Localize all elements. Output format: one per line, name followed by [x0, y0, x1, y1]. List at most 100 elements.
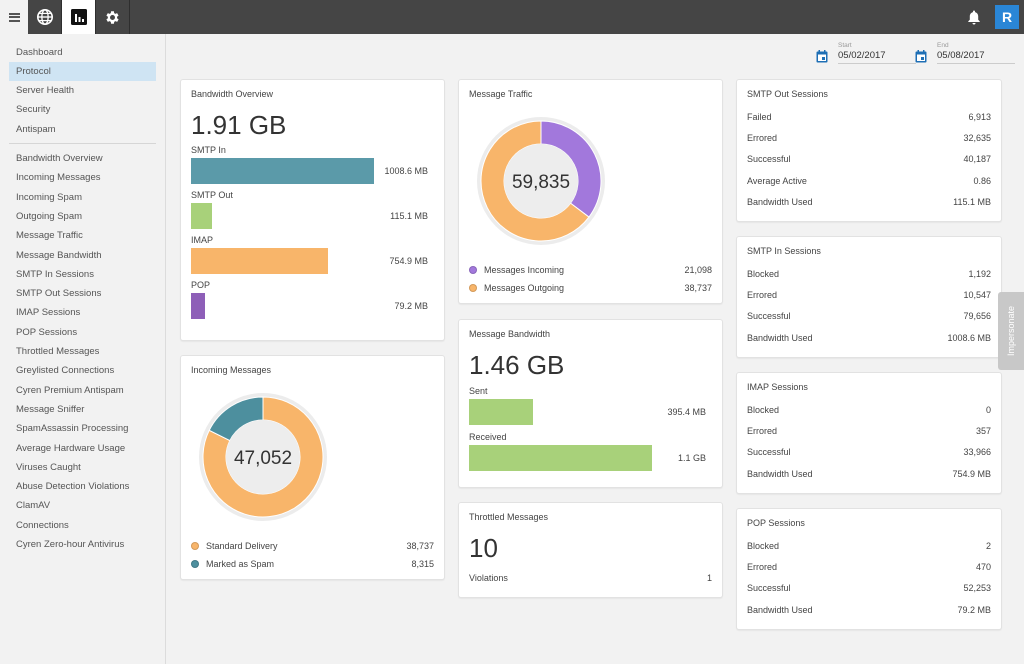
gear-icon [106, 10, 119, 24]
legend-item: Messages Incoming 21,098 [469, 265, 712, 275]
calendar-icon [816, 50, 828, 63]
legend-item: Messages Outgoing 38,737 [469, 283, 712, 293]
start-date-label: Start [838, 42, 852, 49]
sidebar-item-cyren-zero-hour-antivirus[interactable]: Cyren Zero-hour Antivirus [9, 535, 156, 554]
bar-label: Sent [469, 386, 488, 396]
sidebar-item-smtp-out-sessions[interactable]: SMTP Out Sessions [9, 284, 156, 303]
stat-row: Errored 357 [747, 426, 991, 440]
stat-row: Blocked 2 [747, 541, 991, 555]
sidebar-item-connections[interactable]: Connections [9, 516, 156, 535]
throttled-messages-card: Throttled Messages 10 Violations 1 [458, 502, 723, 598]
end-date-value[interactable]: 05/08/2017 [937, 50, 1015, 64]
bar-value: 395.4 MB [667, 407, 706, 417]
sidebar-item-message-sniffer[interactable]: Message Sniffer [9, 400, 156, 419]
bar-value: 115.1 MB [390, 211, 428, 221]
stat-label: Bandwidth Used [747, 332, 813, 343]
bar-value: 754.9 MB [389, 256, 428, 266]
sidebar-item-protocol[interactable]: Protocol [9, 62, 156, 81]
card-title: Message Traffic [469, 89, 533, 99]
stat-value: 10,547 [963, 290, 991, 301]
pop-sessions-card: POP Sessions Blocked 2 Errored 470 Successfu… [736, 508, 1002, 630]
stat-row: Failed 6,913 [747, 112, 991, 126]
nav-tab-reports[interactable] [62, 0, 96, 34]
sidebar-item-server-health[interactable]: Server Health [9, 81, 156, 100]
throttled-total: 10 [469, 533, 498, 563]
stat-value: 357 [975, 426, 991, 437]
sidebar-item-antispam[interactable]: Antispam [9, 120, 156, 139]
stat-value: 79.2 MB [957, 604, 991, 615]
sidebar-item-greylisted-connections[interactable]: Greylisted Connections [9, 361, 156, 380]
stat-label: Blocked [747, 269, 780, 279]
bar [191, 248, 328, 274]
sidebar-divider [9, 143, 156, 144]
stat-label: Errored [747, 562, 778, 573]
stat-label: Successful [747, 311, 791, 322]
end-date-picker[interactable]: End 05/08/2017 [915, 42, 1015, 64]
stat-row: Bandwidth Used 79.2 MB [747, 605, 991, 619]
bar-value: 1.1 GB [677, 453, 706, 463]
sidebar-item-message-traffic[interactable]: Message Traffic [9, 226, 156, 245]
impersonate-tab[interactable]: Impersonate [998, 292, 1024, 370]
nav-tab-globe[interactable] [28, 0, 62, 34]
stat-row: Blocked 1,192 [747, 269, 991, 283]
sidebar-item-incoming-spam[interactable]: Incoming Spam [9, 188, 156, 207]
bar [191, 293, 206, 319]
nav-tab-settings[interactable] [96, 0, 130, 34]
sidebar-item-imap-sessions[interactable]: IMAP Sessions [9, 303, 156, 322]
bar-value: 1008.6 MB [384, 166, 428, 176]
notifications-button[interactable] [959, 0, 989, 34]
sidebar-item-dashboard[interactable]: Dashboard [9, 43, 156, 62]
card-title: Throttled Messages [469, 512, 549, 522]
stat-row: Errored 32,635 [747, 133, 991, 147]
sidebar-item-viruses-caught[interactable]: Viruses Caught [9, 458, 156, 477]
stat-value: 754.9 MB [952, 468, 991, 479]
legend-label: Messages Incoming [484, 265, 565, 275]
stat-row: Bandwidth Used 115.1 MB [747, 197, 991, 211]
stat-row: Average Active 0.86 [747, 176, 991, 190]
stat-label: Successful [747, 154, 791, 165]
card-title: Message Bandwidth [469, 329, 551, 339]
start-date-value[interactable]: 05/02/2017 [838, 50, 916, 64]
stat-value: 0.86 [973, 175, 991, 186]
sidebar-item-smtp-in-sessions[interactable]: SMTP In Sessions [9, 265, 156, 284]
sidebar-item-abuse-detection-violations[interactable]: Abuse Detection Violations [9, 477, 156, 496]
sidebar-item-throttled-messages[interactable]: Throttled Messages [9, 342, 156, 361]
sidebar-item-average-hardware-usage[interactable]: Average Hardware Usage [9, 439, 156, 458]
sidebar-item-cyren-premium-antispam[interactable]: Cyren Premium Antispam [9, 381, 156, 400]
card-title: Bandwidth Overview [191, 89, 274, 99]
stat-label: Failed [747, 112, 772, 122]
legend-value: 8,315 [411, 559, 434, 569]
stat-value: 33,966 [963, 447, 991, 458]
bar-label: POP [191, 280, 211, 290]
stat-row: Errored 10,547 [747, 290, 991, 304]
stat-row: Errored 470 [747, 562, 991, 576]
sidebar-item-message-bandwidth[interactable]: Message Bandwidth [9, 246, 156, 265]
sidebar-item-clamav[interactable]: ClamAV [9, 496, 156, 515]
stat-label: Successful [747, 583, 791, 594]
sidebar-item-spamassassin-processing[interactable]: SpamAssassin Processing [9, 419, 156, 438]
start-date-picker[interactable]: Start 05/02/2017 [816, 42, 916, 64]
sidebar: Dashboard Protocol Server Health Securit… [0, 34, 166, 664]
sidebar-item-bandwidth-overview[interactable]: Bandwidth Overview [9, 149, 156, 168]
stat-value: 470 [975, 562, 991, 573]
bar-value: 79.2 MB [394, 301, 428, 311]
bar [469, 445, 652, 471]
bar-label: IMAP [191, 235, 214, 245]
legend-dot [469, 266, 477, 274]
sidebar-item-outgoing-spam[interactable]: Outgoing Spam [9, 207, 156, 226]
stat-row: Successful 40,187 [747, 154, 991, 168]
imap-sessions-card: IMAP Sessions Blocked 0 Errored 357 Successf… [736, 372, 1002, 494]
legend-label: Standard Delivery [206, 541, 278, 551]
message-bandwidth-total: 1.46 GB [469, 350, 565, 380]
globe-icon [36, 8, 53, 26]
sidebar-item-pop-sessions[interactable]: POP Sessions [9, 323, 156, 342]
sidebar-item-incoming-messages[interactable]: Incoming Messages [9, 168, 156, 187]
stat-row: Successful 52,253 [747, 583, 991, 597]
impersonate-label: Impersonate [1006, 305, 1016, 357]
card-title: SMTP Out Sessions [747, 89, 828, 99]
sidebar-item-security[interactable]: Security [9, 100, 156, 119]
hamburger-menu-button[interactable] [0, 0, 28, 34]
user-avatar[interactable]: R [995, 5, 1019, 29]
stat-value: 115.1 MB [953, 196, 991, 207]
stat-row: Bandwidth Used 1008.6 MB [747, 333, 991, 347]
